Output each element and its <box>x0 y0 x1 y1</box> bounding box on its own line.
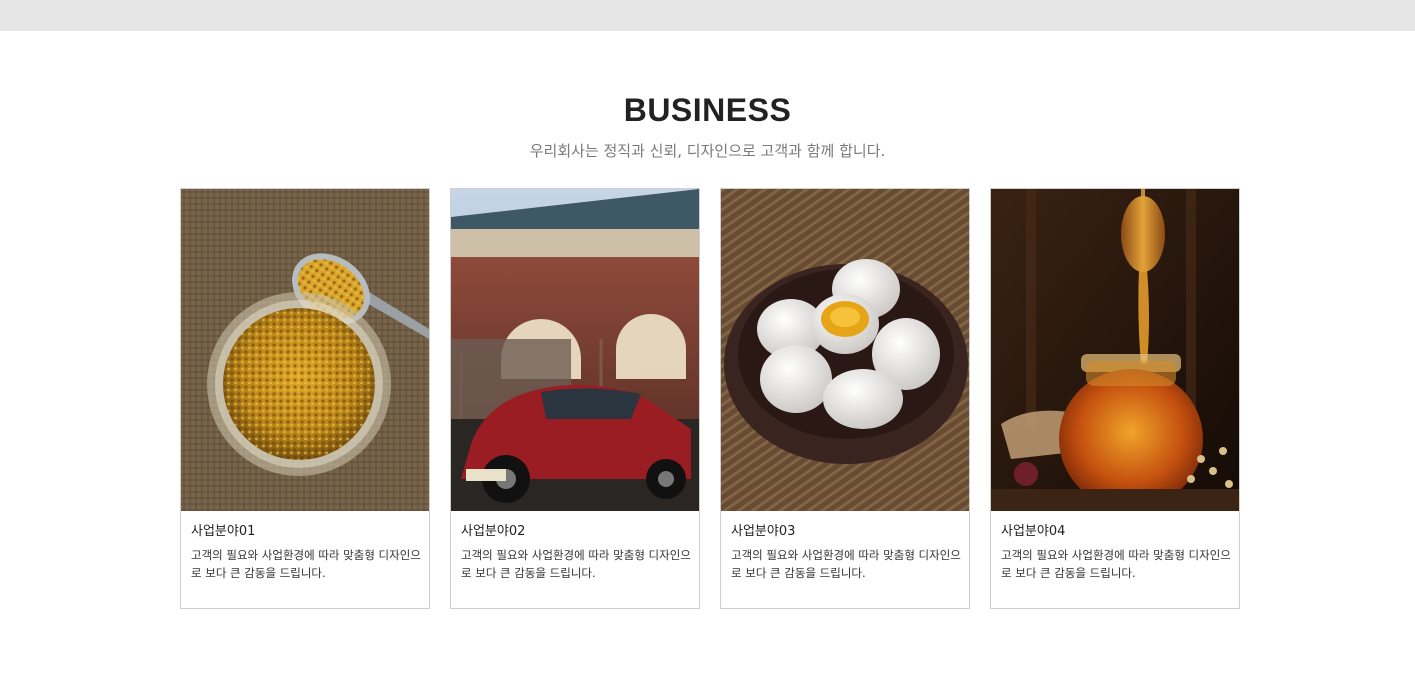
card-description: 고객의 필요와 사업환경에 따라 맞춤형 디자인으로 보다 큰 감동을 드립니다… <box>191 548 421 580</box>
card-title[interactable]: 사업분야02 <box>461 520 525 539</box>
eggs-in-bowl-image[interactable] <box>721 189 969 511</box>
bee-pollen-jar-image[interactable] <box>181 189 429 511</box>
card-description: 고객의 필요와 사업환경에 따라 맞춤형 디자인으로 보다 큰 감동을 드립니다… <box>731 548 961 580</box>
section-subtitle: 우리회사는 정직과 신뢰, 디자인으로 고객과 함께 합니다. <box>529 142 886 160</box>
business-card-1[interactable]: 사업분야01 고객의 필요와 사업환경에 따라 맞춤형 디자인으로 보다 큰 감… <box>180 188 430 609</box>
business-card-2[interactable]: 사업분야02 고객의 필요와 사업환경에 따라 맞춤형 디자인으로 보다 큰 감… <box>450 188 700 609</box>
business-card-4[interactable]: 사업분야04 고객의 필요와 사업환경에 따라 맞춤형 디자인으로 보다 큰 감… <box>990 188 1240 609</box>
red-vintage-car-image[interactable] <box>451 189 699 511</box>
card-description: 고객의 필요와 사업환경에 따라 맞춤형 디자인으로 보다 큰 감동을 드립니다… <box>1001 548 1231 580</box>
card-description: 고객의 필요와 사업환경에 따라 맞춤형 디자인으로 보다 큰 감동을 드립니다… <box>461 548 691 580</box>
business-card-3[interactable]: 사업분야03 고객의 필요와 사업환경에 따라 맞춤형 디자인으로 보다 큰 감… <box>720 188 970 609</box>
top-bar <box>0 0 1415 31</box>
section-title: BUSINESS <box>623 92 792 128</box>
card-title[interactable]: 사업분야03 <box>731 520 795 539</box>
card-title[interactable]: 사업분야04 <box>1001 520 1065 539</box>
honey-jar-dipper-image[interactable] <box>991 189 1239 511</box>
card-title[interactable]: 사업분야01 <box>191 520 255 539</box>
business-card-list: 사업분야01 고객의 필요와 사업환경에 따라 맞춤형 디자인으로 보다 큰 감… <box>0 188 1415 609</box>
